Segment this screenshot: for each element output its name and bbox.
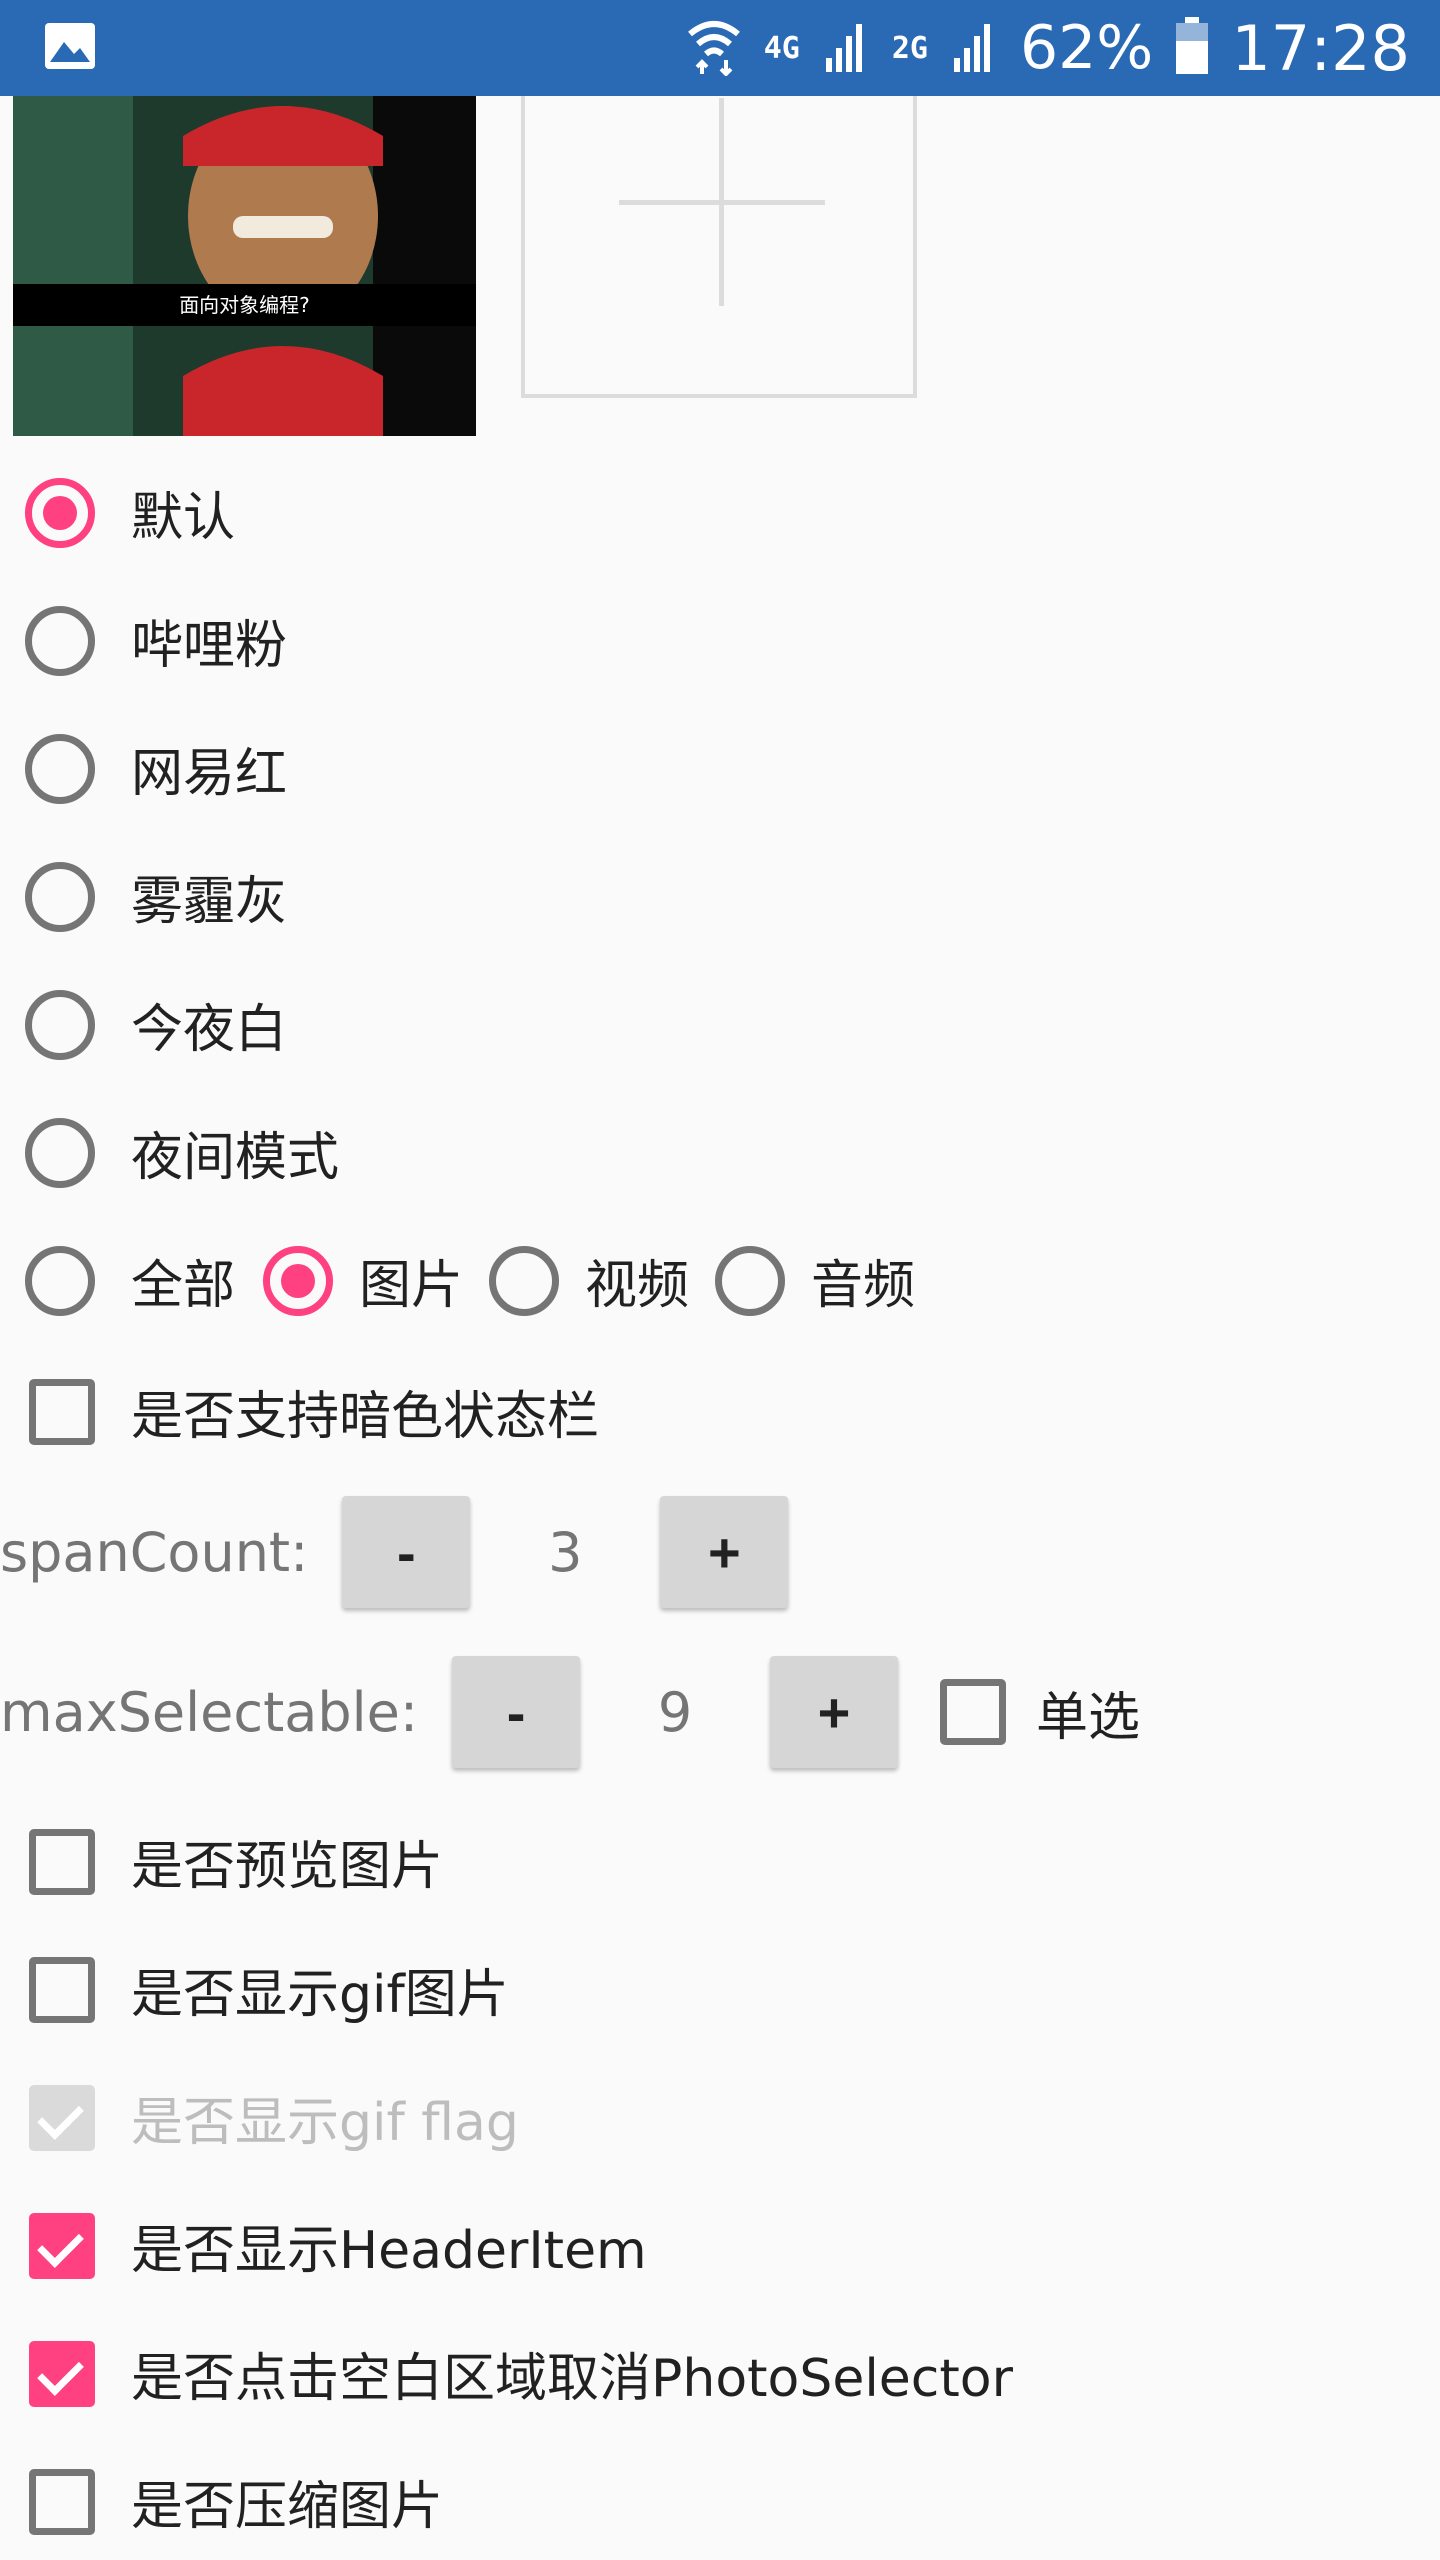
option-label: 是否点击空白区域取消PhotoSelector <box>131 2349 1013 2409</box>
wifi-icon <box>686 16 742 80</box>
media-type-all[interactable]: 全部 <box>25 1243 235 1318</box>
max-selectable-value: 9 <box>657 1680 693 1744</box>
signal-icon <box>822 18 870 78</box>
max-selectable-stepper: maxSelectable: - 9 + 单选 <box>0 1656 1140 1768</box>
radio-button[interactable] <box>489 1245 560 1316</box>
theme-option-smog-gray[interactable]: 雾霾灰 <box>25 859 287 934</box>
selected-photo-thumbnail[interactable]: 面向对象编程? <box>13 96 476 436</box>
theme-label: 今夜白 <box>131 1000 288 1060</box>
max-selectable-label: maxSelectable: <box>0 1680 419 1744</box>
clock: 17:28 <box>1231 11 1410 85</box>
battery-icon <box>1175 17 1209 79</box>
checkbox[interactable] <box>29 2340 95 2407</box>
theme-option-default[interactable]: 默认 <box>25 475 235 550</box>
theme-label: 哔哩粉 <box>131 616 288 676</box>
media-type-group: 全部 图片 视频 音频 <box>25 1243 915 1318</box>
radio-button[interactable] <box>25 1245 95 1316</box>
option-label: 是否压缩图片 <box>131 2477 444 2537</box>
option-label: 是否预览图片 <box>131 1837 444 1897</box>
theme-label: 网易红 <box>131 744 288 804</box>
max-selectable-decrement-button[interactable]: - <box>452 1656 581 1768</box>
checkbox[interactable] <box>940 1679 1007 1745</box>
radio-button[interactable] <box>25 989 95 1060</box>
theme-option-tonight-white[interactable]: 今夜白 <box>25 987 287 1062</box>
show-header-item-option[interactable]: 是否显示HeaderItem <box>29 2208 647 2283</box>
theme-option-netease-red[interactable]: 网易红 <box>25 731 287 806</box>
network-2g-indicator: 2G <box>891 30 928 66</box>
theme-label: 雾霾灰 <box>131 872 288 932</box>
checkbox[interactable] <box>29 1956 95 2023</box>
show-gif-flag-option: 是否显示gif flag <box>29 2080 519 2155</box>
radio-button[interactable] <box>25 477 95 548</box>
checkbox[interactable] <box>29 2468 95 2535</box>
battery-percent: 62% <box>1019 13 1154 83</box>
radio-button[interactable] <box>715 1245 786 1316</box>
option-label: 是否显示gif flag <box>131 2093 519 2153</box>
media-type-label: 全部 <box>131 1256 236 1316</box>
check-icon <box>37 2092 84 2140</box>
radio-button[interactable] <box>25 861 95 932</box>
span-count-value: 3 <box>548 1520 583 1584</box>
dark-status-bar-option[interactable]: 是否支持暗色状态栏 <box>29 1374 599 1449</box>
media-type-label: 视频 <box>585 1256 690 1316</box>
show-gif-option[interactable]: 是否显示gif图片 <box>29 1952 509 2027</box>
signal-icon <box>950 18 998 78</box>
add-photo-button[interactable] <box>521 96 917 398</box>
option-label: 是否显示HeaderItem <box>131 2221 647 2281</box>
photo-frame-top <box>13 96 476 284</box>
theme-label: 夜间模式 <box>131 1128 340 1188</box>
theme-option-night-mode[interactable]: 夜间模式 <box>25 1115 339 1190</box>
max-selectable-increment-button[interactable]: + <box>770 1656 899 1768</box>
status-bar: 4G 2G 62% 17:28 <box>0 0 1440 96</box>
photo-caption: 面向对象编程? <box>13 284 476 326</box>
radio-button[interactable] <box>25 733 95 804</box>
radio-button[interactable] <box>25 1117 95 1188</box>
media-type-label: 音频 <box>811 1256 916 1316</box>
single-select-option[interactable]: 单选 <box>940 1675 1140 1750</box>
dismiss-on-outside-click-option[interactable]: 是否点击空白区域取消PhotoSelector <box>29 2336 1013 2411</box>
radio-button[interactable] <box>263 1245 334 1316</box>
checkbox <box>29 2084 95 2151</box>
span-count-decrement-button[interactable]: - <box>342 1496 471 1608</box>
span-count-label: spanCount: <box>0 1520 309 1584</box>
option-label: 是否显示gif图片 <box>131 1965 509 2025</box>
span-count-increment-button[interactable]: + <box>660 1496 789 1608</box>
check-icon <box>37 2348 84 2396</box>
photo-frame-bottom <box>13 326 476 436</box>
media-type-video[interactable]: 视频 <box>489 1243 689 1318</box>
media-type-audio[interactable]: 音频 <box>715 1243 915 1318</box>
theme-label: 默认 <box>131 488 236 548</box>
checkbox[interactable] <box>29 1828 95 1895</box>
checkbox[interactable] <box>29 2212 95 2279</box>
theme-option-bilibili-pink[interactable]: 哔哩粉 <box>25 603 287 678</box>
span-count-stepper: spanCount: - 3 + <box>0 1496 789 1608</box>
compress-image-option[interactable]: 是否压缩图片 <box>29 2464 443 2539</box>
checkbox[interactable] <box>29 1378 95 1445</box>
option-label: 是否支持暗色状态栏 <box>131 1387 600 1447</box>
single-select-label: 单选 <box>1036 1687 1141 1748</box>
network-4g-indicator: 4G <box>763 30 800 66</box>
check-icon <box>37 2220 84 2268</box>
media-type-image[interactable]: 图片 <box>263 1243 463 1318</box>
image-icon <box>44 22 96 74</box>
preview-image-option[interactable]: 是否预览图片 <box>29 1824 443 1899</box>
radio-button[interactable] <box>25 605 95 676</box>
media-type-label: 图片 <box>359 1256 464 1316</box>
